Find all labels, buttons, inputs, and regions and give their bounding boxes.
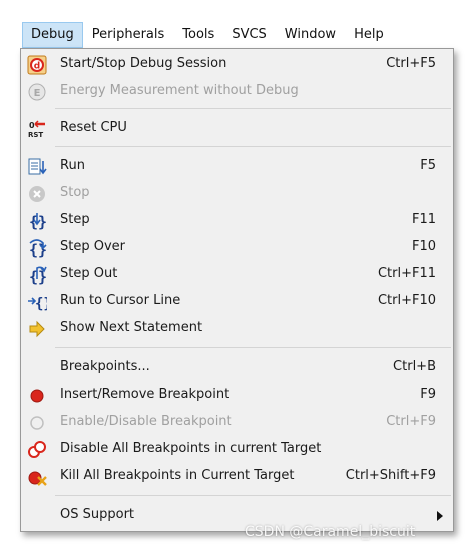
menu-item-run[interactable]: Run F5 [21,154,453,180]
svg-text:E: E [34,88,41,99]
menu-item-shortcut: Ctrl+Shift+F9 [345,468,436,483]
debug-session-icon: d [27,55,47,75]
menu-item-shortcut: F11 [411,212,436,227]
menu-item-label: Stop [60,185,90,200]
menu-separator [55,347,451,348]
run-to-cursor-icon: {} [27,292,47,312]
menu-item-shortcut: Ctrl+F10 [377,293,436,308]
run-icon [27,157,47,177]
menubar-debug[interactable]: Debug [22,22,83,48]
menubar-tools[interactable]: Tools [173,22,223,48]
menu-item-label: Run to Cursor Line [60,293,181,308]
menu-item-step-out[interactable]: {} Step Out Ctrl+F11 [21,262,453,288]
breakpoint-outline-icon [27,413,47,433]
menu-item-shortcut: Ctrl+F11 [377,266,436,281]
menu-item-shortcut: Ctrl+B [393,359,436,374]
step-out-icon: {} [27,265,47,285]
menu-item-reset-cpu[interactable]: 0 RST Reset CPU [21,116,453,142]
menu-item-label: Insert/Remove Breakpoint [60,387,230,402]
disable-breakpoints-icon [27,440,47,460]
breakpoint-icon [27,386,47,406]
menu-separator [55,495,451,496]
menu-item-step[interactable]: {} Step F11 [21,208,453,234]
menu-item-label: Show Next Statement [60,320,203,335]
svg-text:{}: {} [29,241,47,258]
menu-item-label: Step Out [60,266,118,281]
menubar-peripherals[interactable]: Peripherals [83,22,174,48]
menubar: Debug Peripherals Tools SVCS Window Help [22,22,462,48]
menu-item-label: Start/Stop Debug Session [60,56,227,71]
menu-item-shortcut: F10 [411,239,436,254]
menu-item-run-to-cursor[interactable]: {} Run to Cursor Line Ctrl+F10 [21,289,453,315]
svg-text:{}: {} [35,296,47,312]
menu-item-insert-remove-breakpoint[interactable]: Insert/Remove Breakpoint F9 [21,383,453,409]
reset-cpu-icon: 0 RST [27,119,47,139]
menu-item-label: Step Over [60,239,125,254]
menu-item-breakpoints[interactable]: Breakpoints... Ctrl+B [21,355,453,381]
menubar-help[interactable]: Help [345,22,393,48]
menu-item-label: Disable All Breakpoints in current Targe… [60,441,322,456]
menu-item-shortcut: Ctrl+F9 [386,414,436,429]
menu-item-enable-disable-breakpoint[interactable]: Enable/Disable Breakpoint Ctrl+F9 [21,410,453,436]
watermark: CSDN @Caramel_biscuit [245,524,416,540]
submenu-arrow-icon [437,511,443,521]
menu-item-step-over[interactable]: {} Step Over F10 [21,235,453,261]
menubar-svcs[interactable]: SVCS [223,22,275,48]
menu-separator [55,146,451,147]
menu-item-label: Reset CPU [60,120,127,135]
arrow-right-icon [27,319,47,339]
menu-separator [55,108,451,109]
menu-item-energy-measurement[interactable]: E Energy Measurement without Debug [21,79,453,105]
svg-text:0: 0 [29,121,35,130]
menu-item-shortcut: F5 [420,158,436,173]
menu-item-label: Step [60,212,90,227]
menu-item-label: Energy Measurement without Debug [60,83,299,98]
menu-item-stop[interactable]: Stop [21,181,453,207]
menu-item-label: OS Support [60,507,135,522]
energy-measurement-icon: E [27,82,47,102]
step-icon: {} [27,211,47,231]
menu-item-show-next-statement[interactable]: Show Next Statement [21,316,453,342]
debug-menu: d Start/Stop Debug Session Ctrl+F5 E Ene… [20,48,454,532]
svg-text:RST: RST [28,131,43,139]
menu-item-shortcut: Ctrl+F5 [386,56,436,71]
menu-item-label: Run [60,158,85,173]
stop-icon [27,184,47,204]
menu-item-label: Breakpoints... [60,359,150,374]
svg-text:d: d [34,62,40,72]
kill-breakpoints-icon [27,467,47,487]
menu-item-disable-all-breakpoints[interactable]: Disable All Breakpoints in current Targe… [21,437,453,463]
menubar-window[interactable]: Window [276,22,345,48]
menu-item-shortcut: F9 [420,387,436,402]
step-over-icon: {} [27,238,47,258]
menu-item-label: Enable/Disable Breakpoint [60,414,232,429]
menu-item-start-stop-debug[interactable]: d Start/Stop Debug Session Ctrl+F5 [21,52,453,78]
menu-item-label: Kill All Breakpoints in Current Target [60,468,295,483]
menu-item-kill-all-breakpoints[interactable]: Kill All Breakpoints in Current Target C… [21,464,453,490]
